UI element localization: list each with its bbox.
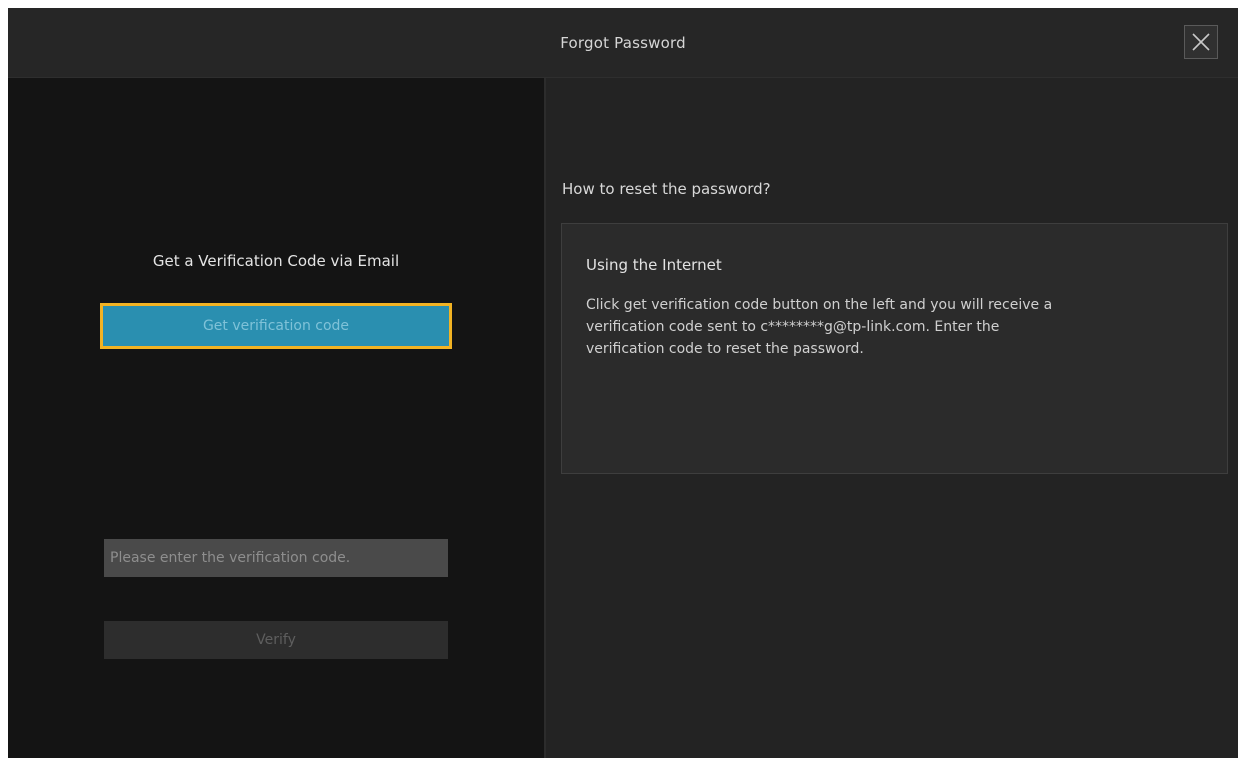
reset-instructions-box: Using the Internet Click get verificatio…: [561, 223, 1228, 474]
get-verification-code-button[interactable]: Get verification code: [100, 303, 452, 349]
email-verification-heading: Get a Verification Code via Email: [152, 252, 400, 270]
forgot-password-dialog: Forgot Password Get a Verification Code …: [8, 8, 1238, 758]
verification-code-input[interactable]: [104, 539, 448, 577]
email-verification-panel: Get a Verification Code via Email Get ve…: [8, 78, 544, 758]
close-icon: [1192, 33, 1210, 51]
reset-instructions-title: Using the Internet: [586, 256, 722, 274]
reset-instructions-text: Click get verification code button on th…: [586, 297, 1053, 357]
reset-help-heading: How to reset the password?: [562, 180, 771, 198]
reset-help-panel: How to reset the password? Using the Int…: [546, 78, 1238, 758]
dialog-title: Forgot Password: [560, 34, 686, 52]
dialog-titlebar: Forgot Password: [8, 8, 1238, 78]
verify-button[interactable]: Verify: [104, 621, 448, 659]
close-button[interactable]: [1184, 25, 1218, 59]
